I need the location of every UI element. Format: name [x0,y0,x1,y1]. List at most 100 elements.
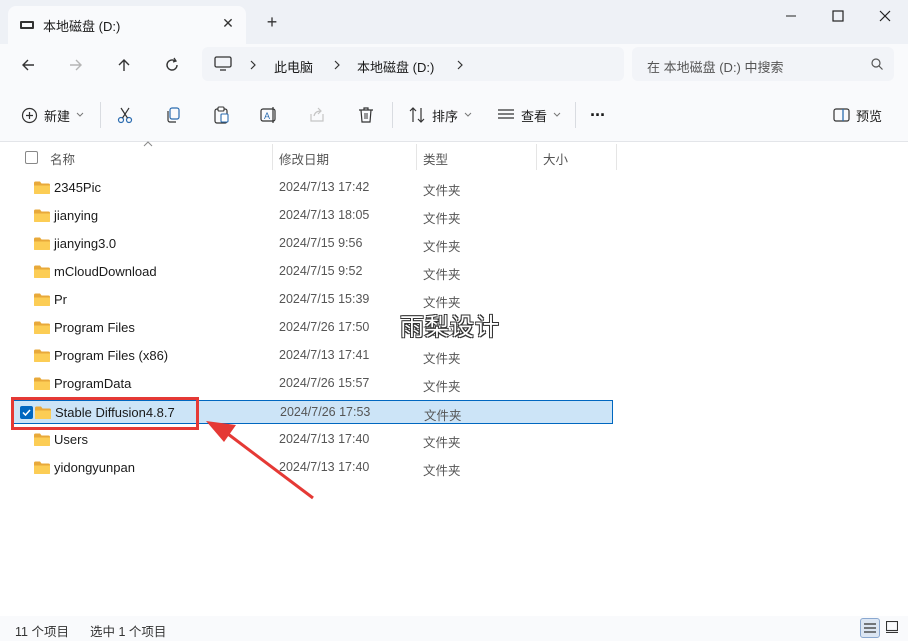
tiles-view-icon [886,621,898,633]
navigation-bar: 此电脑 本地磁盘 (D:) 在 本地磁盘 (D:) 中搜索 [0,44,908,86]
file-date: 2024/7/13 17:42 [279,180,370,194]
search-box[interactable]: 在 本地磁盘 (D:) 中搜索 [632,47,894,81]
file-row[interactable]: Pr 2024/7/15 15:39 文件夹 [13,288,613,312]
address-bar[interactable]: 此电脑 本地磁盘 (D:) [202,47,624,81]
file-row[interactable]: Program Files (x86) 2024/7/13 17:41 文件夹 [13,344,613,368]
tab-local-disk-d[interactable]: 本地磁盘 (D:) ✕ [8,6,246,44]
preview-pane-icon [833,108,850,122]
folder-icon [34,321,50,334]
trash-icon [359,107,373,123]
chevron-right-icon[interactable] [455,59,465,71]
file-row[interactable]: jianying3.0 2024/7/15 9:56 文件夹 [13,232,613,256]
paste-icon [214,106,229,124]
back-button[interactable] [16,53,40,77]
scissors-icon [117,107,133,124]
file-date: 2024/7/13 18:05 [279,208,370,222]
more-options-button[interactable]: ··· [590,104,606,126]
sort-icon [409,107,425,123]
tab-close-icon[interactable]: ✕ [218,13,238,33]
command-bar: 新建 A 排序 查看 ··· 预览 [0,86,908,142]
folder-icon [34,461,50,474]
file-row[interactable]: Users 2024/7/13 17:40 文件夹 [13,428,613,452]
file-row[interactable]: 2345Pic 2024/7/13 17:42 文件夹 [13,176,613,200]
file-name: Users [54,432,88,447]
view-button[interactable]: 查看 [497,104,561,126]
column-divider[interactable] [616,144,617,170]
file-row[interactable]: ProgramData 2024/7/26 15:57 文件夹 [13,372,613,396]
forward-button[interactable] [64,53,88,77]
chevron-right-icon [334,60,340,70]
rename-button[interactable]: A [260,104,278,126]
folder-icon [35,406,51,419]
file-name: Stable Diffusion4.8.7 [55,405,175,420]
column-header-row: 名称 修改日期 类型 大小 [0,141,908,172]
plus-circle-icon [21,107,38,123]
file-row[interactable]: yidongyunpan 2024/7/13 17:40 文件夹 [13,456,613,480]
copy-button[interactable] [164,104,182,126]
file-date: 2024/7/13 17:40 [279,460,370,474]
folder-icon [34,377,50,390]
maximize-button[interactable] [818,4,858,28]
new-tab-button[interactable]: + [262,12,282,32]
file-row[interactable]: jianying 2024/7/13 18:05 文件夹 [13,204,613,228]
file-date: 2024/7/15 15:39 [279,292,370,306]
file-type: 文件夹 [424,409,462,423]
column-header-name[interactable]: 名称 [50,149,75,168]
column-divider[interactable] [536,144,537,170]
file-row[interactable]: mCloudDownload 2024/7/15 9:52 文件夹 [13,260,613,284]
file-date: 2024/7/15 9:52 [279,264,363,278]
row-checkbox[interactable] [20,406,33,419]
share-icon [310,107,324,122]
close-window-button[interactable] [865,4,905,28]
column-header-type[interactable]: 类型 [423,149,448,168]
breadcrumb-local-disk[interactable]: 本地磁盘 (D:) [357,57,434,76]
file-row[interactable]: Program Files 2024/7/26 17:50 文件夹 [13,316,613,340]
share-button[interactable] [308,104,326,126]
checkmark-icon [22,409,31,417]
rename-icon: A [260,107,276,123]
preview-pane-button[interactable]: 预览 [833,104,882,126]
refresh-button[interactable] [160,53,184,77]
column-header-size[interactable]: 大小 [543,149,568,168]
tiles-view-button[interactable] [883,618,903,638]
toolbar-divider [100,102,101,128]
folder-icon [34,265,50,278]
sort-button[interactable]: 排序 [408,104,472,126]
minimize-button[interactable] [771,4,811,28]
folder-icon [34,209,50,222]
column-divider[interactable] [272,144,273,170]
paste-button[interactable] [212,104,230,126]
details-view-button[interactable] [860,618,880,638]
computer-icon [214,56,232,71]
details-view-icon [864,623,876,633]
breadcrumb-this-pc[interactable]: 此电脑 [274,57,313,76]
new-button[interactable]: 新建 [21,104,84,126]
folder-icon [34,349,50,362]
watermark-text: 雨梨设计 [400,313,500,341]
file-name: mCloudDownload [54,264,157,279]
title-bar: 本地磁盘 (D:) ✕ + [0,0,908,44]
file-name: jianying [54,208,99,223]
arrow-up-icon [118,59,130,71]
file-type: 文件夹 [423,380,461,394]
up-button[interactable] [112,53,136,77]
item-count: 11 个项目 [15,625,69,639]
file-type: 文件夹 [423,240,461,254]
close-icon [879,10,891,22]
column-divider[interactable] [416,144,417,170]
cut-button[interactable] [116,104,134,126]
delete-button[interactable] [357,104,375,126]
file-date: 2024/7/15 9:56 [279,236,363,250]
folder-icon [34,181,50,194]
select-all-checkbox[interactable] [25,151,38,164]
file-date: 2024/7/26 17:53 [280,405,371,419]
copy-icon [167,107,180,123]
file-name: Program Files (x86) [54,348,169,363]
file-date: 2024/7/13 17:40 [279,432,370,446]
view-lines-icon [498,109,514,119]
column-header-date[interactable]: 修改日期 [279,149,329,168]
file-row[interactable]: Stable Diffusion4.8.7 2024/7/26 17:53 文件夹 [13,400,613,424]
file-name: jianying3.0 [54,236,117,251]
file-name: Program Files [54,320,135,335]
file-type: 文件夹 [423,268,461,282]
